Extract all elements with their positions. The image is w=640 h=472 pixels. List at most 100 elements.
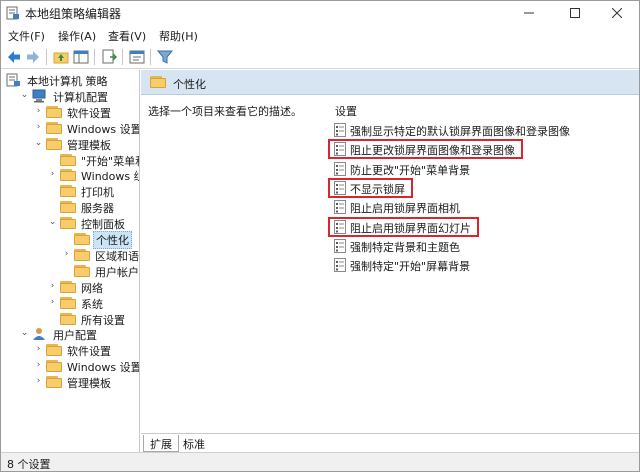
tree-node-label: 管理模板 [67, 377, 111, 391]
tab-extended[interactable]: 扩展 [143, 435, 179, 452]
view-tabs: 扩展 标准 [141, 433, 639, 452]
policy-setting-icon [334, 238, 346, 253]
tree-node-label: 系统 [81, 297, 103, 311]
collapse-chevron-icon[interactable]: ⌄ [20, 329, 29, 338]
expand-chevron-icon[interactable]: › [34, 345, 43, 354]
gpedit-app-icon [6, 6, 19, 20]
policy-setting-icon [334, 142, 346, 157]
expand-chevron-icon[interactable]: › [48, 297, 57, 307]
policy-setting-label: 防止更改"开始"菜单背景 [350, 163, 471, 177]
policy-setting-icon [334, 219, 346, 234]
expand-chevron-icon[interactable]: › [48, 281, 57, 291]
minimize-button[interactable] [507, 1, 551, 25]
tree-node-label: 个性化 [93, 231, 132, 249]
folder-icon [60, 280, 76, 294]
status-text: 8 个设置 [7, 458, 51, 471]
tab-standard[interactable]: 标准 [177, 435, 211, 452]
window-title: 本地组策略编辑器 [25, 7, 122, 21]
tree-node-label: 控制面板 [81, 218, 125, 232]
policy-setting-icon [334, 258, 346, 273]
tree-node-label: 本地计算机 策略 [27, 75, 108, 88]
folder-icon [60, 216, 76, 230]
back-arrow-icon[interactable] [6, 49, 22, 65]
policy-setting-label: 强制显示特定的默认锁屏界面图像和登录图像 [350, 125, 570, 138]
tree-node-label: 用户帐户 [95, 265, 139, 279]
expand-chevron-icon[interactable]: › [34, 106, 43, 116]
expand-chevron-icon[interactable]: › [34, 122, 43, 132]
menu-action[interactable]: 操作(A) [58, 28, 96, 44]
folder-icon [74, 264, 90, 278]
policy-setting-icon [334, 180, 346, 195]
folder-icon [46, 375, 62, 389]
settings-column-header[interactable]: 设置 [335, 103, 357, 119]
policy-setting-label: 阻止启用锁屏界面幻灯片 [350, 221, 471, 235]
expand-chevron-icon[interactable]: › [48, 170, 57, 179]
folder-icon [150, 76, 166, 88]
tree-node-label: 计算机配置 [53, 90, 108, 104]
expand-chevron-icon[interactable]: › [34, 377, 43, 386]
menu-file[interactable]: 文件(F) [8, 28, 45, 44]
toolbar-separator [122, 49, 123, 65]
tree-node-label: 软件设置 [67, 106, 111, 120]
collapse-chevron-icon[interactable]: ⌄ [48, 218, 57, 227]
details-pane: 个性化 选择一个项目来查看它的描述。 设置 强制显示特定的默认锁屏界面图像和登录… [141, 70, 639, 433]
help-icon[interactable] [129, 49, 145, 65]
title-bar: 本地组策略编辑器 [1, 1, 639, 25]
policy-setting-label: 阻止更改锁屏界面图像和登录图像 [350, 144, 515, 158]
tree-node-label: Windows 设置 [67, 122, 140, 136]
expand-chevron-icon[interactable]: › [62, 249, 71, 259]
folder-icon [60, 153, 76, 167]
export-list-icon[interactable] [101, 49, 117, 65]
maximize-icon [570, 8, 580, 18]
tree-node-label: 打印机 [81, 186, 114, 200]
show-hide-tree-icon[interactable] [73, 49, 89, 65]
tree-node-label: Windows 设置 [67, 361, 140, 375]
gpedit-window: 本地组策略编辑器 文件(F) 操作(A) 查看(V) 帮助(H) 本地计算机 策… [0, 0, 640, 472]
policy-setting-icon [334, 200, 346, 215]
close-button[interactable] [595, 1, 639, 25]
folder-icon [46, 343, 62, 357]
minimize-icon [524, 12, 534, 14]
folder-icon [60, 200, 76, 214]
computer-policy-icon [6, 73, 22, 87]
expand-chevron-icon[interactable]: › [34, 361, 43, 370]
menu-view[interactable]: 查看(V) [108, 28, 146, 44]
folder-icon [60, 184, 76, 198]
menu-help[interactable]: 帮助(H) [159, 28, 198, 44]
toolbar-separator [150, 49, 151, 65]
forward-arrow-icon[interactable] [25, 49, 41, 65]
tree-node-label: 用户配置 [53, 329, 97, 343]
up-folder-icon[interactable] [53, 49, 69, 65]
policy-setting-label: 强制特定"开始"屏幕背景 [350, 260, 471, 274]
policy-setting-label: 不显示锁屏 [350, 182, 405, 196]
user-icon [32, 327, 48, 341]
details-header: 个性化 [141, 70, 639, 95]
toolbar-separator [46, 49, 47, 65]
toolbar-separator [94, 49, 95, 65]
folder-icon [74, 248, 90, 262]
tree-node-label: 所有设置 [81, 313, 125, 327]
toolbar [1, 45, 639, 69]
folder-icon [46, 121, 62, 135]
policy-setting-label: 强制特定背景和主题色 [350, 240, 460, 254]
filter-icon[interactable] [157, 49, 173, 65]
policy-setting-icon [334, 123, 346, 137]
folder-icon [60, 312, 76, 326]
tree-node-label: 软件设置 [67, 345, 111, 359]
maximize-button[interactable] [553, 1, 597, 25]
collapse-chevron-icon[interactable]: ⌄ [20, 90, 29, 100]
tree-node-label: Windows 组件 [81, 170, 139, 184]
folder-icon [46, 359, 62, 373]
close-icon [612, 8, 622, 18]
status-bar: 8 个设置 [1, 452, 639, 471]
folder-icon [46, 105, 62, 119]
tree-node-label: 网络 [81, 281, 103, 295]
tree-node-label: 管理模板 [67, 138, 111, 152]
computer-icon [32, 89, 48, 103]
collapse-chevron-icon[interactable]: ⌄ [34, 138, 43, 148]
